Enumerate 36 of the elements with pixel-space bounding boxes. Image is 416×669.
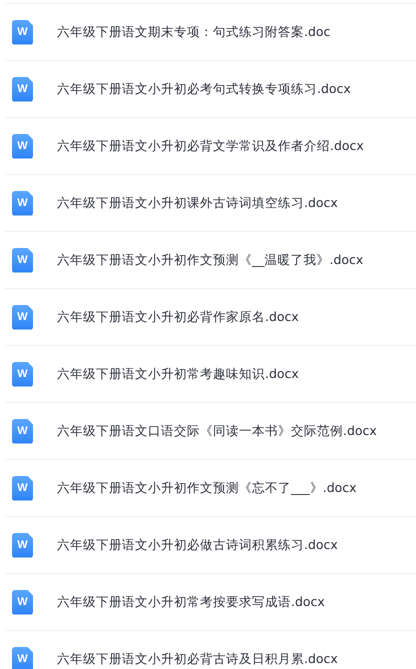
word-document-icon: W bbox=[12, 532, 33, 558]
file-name: 六年级下册语文小升初常考按要求写成语.docx bbox=[57, 594, 325, 610]
file-name: 六年级下册语文小升初必考句式转换专项练习.docx bbox=[57, 80, 351, 98]
file-name: 六年级下册语文小升初作文预测《__温暖了我》.docx bbox=[57, 252, 364, 268]
file-row[interactable]: W 六年级下册语文小升初常考趣味知识.docx bbox=[4, 345, 416, 402]
file-row[interactable]: W 六年级下册语文口语交际《同读一本书》交际范例.docx bbox=[4, 402, 416, 459]
word-document-icon: W bbox=[12, 76, 33, 102]
file-row[interactable]: W 六年级下册语文小升初必背作家原名.docx bbox=[4, 288, 416, 345]
file-name: 六年级下册语文小升初必做古诗词积累练习.docx bbox=[57, 536, 338, 554]
file-name: 六年级下册语文小升初必背古诗及日积月累.docx bbox=[57, 650, 338, 668]
word-document-icon: W bbox=[12, 362, 33, 386]
file-name: 六年级下册语文期末专项：句式练习附答案.doc bbox=[57, 24, 330, 40]
word-document-icon: W bbox=[12, 590, 33, 614]
file-row[interactable]: W 六年级下册语文小升初作文预测《忘不了___》.docx bbox=[4, 459, 416, 516]
word-document-icon: W bbox=[12, 134, 33, 158]
word-document-icon: W bbox=[12, 190, 33, 216]
file-row[interactable]: W 六年级下册语文小升初必背古诗及日积月累.docx bbox=[4, 630, 416, 669]
file-name: 六年级下册语文小升初课外古诗词填空练习.docx bbox=[57, 194, 338, 212]
word-document-icon: W bbox=[12, 248, 33, 272]
file-row[interactable]: W 六年级下册语文小升初课外古诗词填空练习.docx bbox=[4, 174, 416, 231]
file-row[interactable]: W 六年级下册语文小升初必考句式转换专项练习.docx bbox=[4, 60, 416, 117]
file-row[interactable]: W 六年级下册语文小升初常考按要求写成语.docx bbox=[4, 573, 416, 630]
file-row[interactable]: W 六年级下册语文小升初必背文学常识及作者介绍.docx bbox=[4, 117, 416, 174]
file-row[interactable]: W 六年级下册语文小升初必做古诗词积累练习.docx bbox=[4, 516, 416, 573]
file-name: 六年级下册语文小升初必背文学常识及作者介绍.docx bbox=[57, 138, 364, 154]
file-name: 六年级下册语文小升初常考趣味知识.docx bbox=[57, 366, 299, 382]
word-document-icon: W bbox=[12, 418, 33, 444]
file-name: 六年级下册语文小升初必背作家原名.docx bbox=[57, 308, 299, 326]
file-name: 六年级下册语文小升初作文预测《忘不了___》.docx bbox=[57, 480, 357, 496]
word-document-icon: W bbox=[12, 304, 33, 330]
file-name: 六年级下册语文口语交际《同读一本书》交际范例.docx bbox=[57, 422, 377, 440]
file-row[interactable]: W 六年级下册语文小升初作文预测《__温暖了我》.docx bbox=[4, 231, 416, 288]
word-document-icon: W bbox=[12, 646, 33, 669]
file-row[interactable]: W 六年级下册语文期末专项：句式练习附答案.doc bbox=[4, 3, 416, 60]
word-document-icon: W bbox=[12, 20, 33, 44]
word-document-icon: W bbox=[12, 476, 33, 500]
